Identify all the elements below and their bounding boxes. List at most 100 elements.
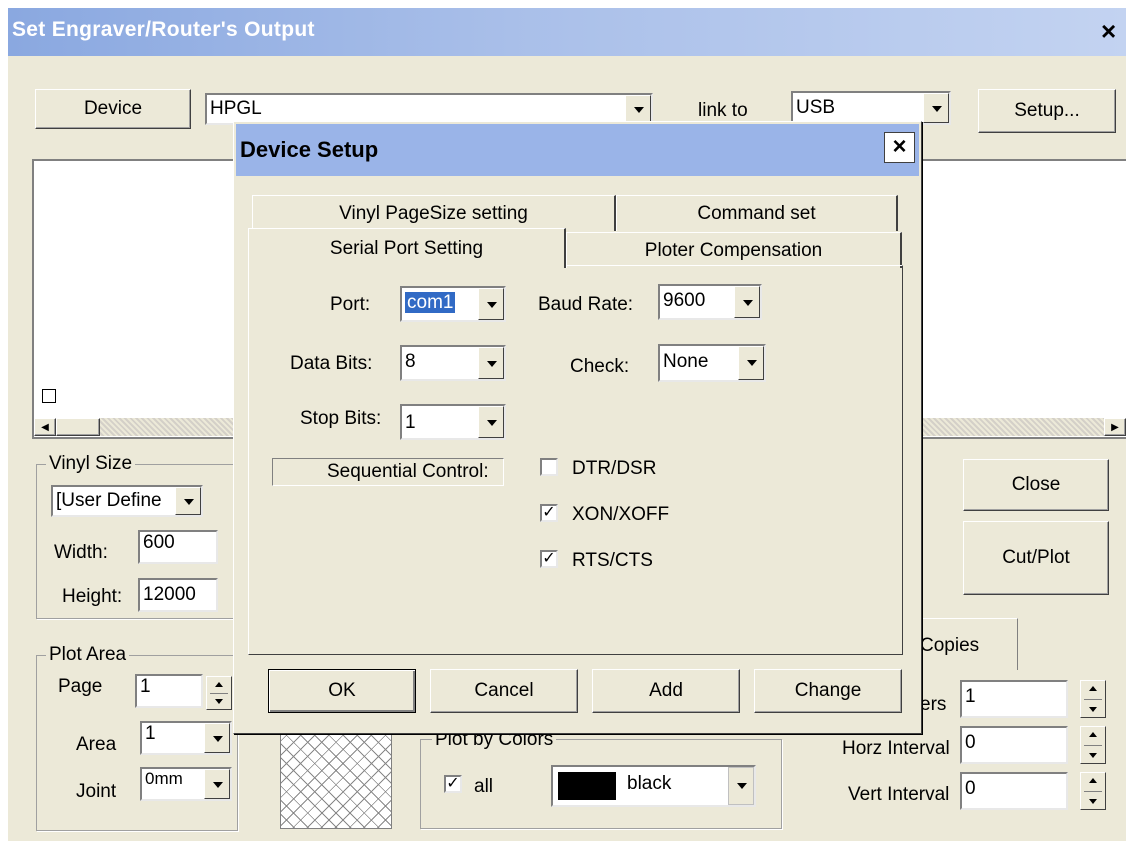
chevron-down-icon[interactable] — [204, 769, 230, 799]
add-button-label: Add — [649, 680, 683, 701]
close-button-label: Close — [1011, 474, 1061, 495]
vert-interval-input[interactable]: 0 — [960, 772, 1068, 810]
cut-plot-button[interactable]: Cut/Plot — [963, 521, 1109, 595]
dtr-dsr-checkbox[interactable] — [540, 458, 558, 476]
data-bits-label: Data Bits: — [290, 353, 373, 374]
vinyl-size-heading: Vinyl Size — [46, 453, 136, 475]
dialog-close-icon[interactable]: × — [884, 132, 915, 163]
origin-marker — [42, 389, 56, 403]
chevron-down-icon[interactable] — [738, 346, 764, 380]
baud-rate-select[interactable]: 9600 — [658, 284, 762, 320]
all-colors-checkbox[interactable]: ✓ — [444, 775, 462, 793]
horz-interval-value: 0 — [965, 732, 976, 753]
height-value: 12000 — [143, 584, 196, 605]
baud-rate-value: 9600 — [663, 290, 706, 311]
port-value: com1 — [405, 292, 456, 313]
ok-button-label: OK — [328, 680, 356, 701]
chevron-down-icon[interactable] — [175, 487, 201, 515]
dialog-titlebar[interactable]: Device Setup × — [236, 124, 919, 176]
horz-interval-label: Horz Interval — [842, 738, 950, 759]
device-select-value: HPGL — [210, 98, 262, 119]
check-value: None — [663, 351, 709, 372]
cut-plot-button-label: Cut/Plot — [1002, 547, 1070, 568]
xon-xoff-checkbox[interactable]: ✓ — [540, 504, 558, 522]
scroll-left-icon[interactable]: ◀ — [34, 418, 56, 436]
joint-select[interactable]: 0mm — [140, 767, 232, 801]
chevron-down-icon[interactable] — [478, 406, 504, 438]
window-close-icon[interactable]: × — [1101, 16, 1116, 47]
chevron-down-icon[interactable] — [625, 95, 651, 123]
plot-area-heading: Plot Area — [46, 644, 130, 666]
tab-command-set-label: Command set — [697, 202, 816, 224]
copies-tab-label: Copies — [920, 635, 980, 656]
cancel-button[interactable]: Cancel — [430, 669, 578, 713]
main-titlebar[interactable]: Set Engraver/Router's Output × — [8, 8, 1126, 56]
vert-interval-label: Vert Interval — [848, 784, 950, 805]
numbers-label: ers — [920, 694, 947, 715]
stop-bits-value: 1 — [405, 412, 416, 433]
horz-interval-spinner[interactable] — [1080, 726, 1106, 764]
page-spinner[interactable] — [206, 676, 232, 710]
color-name: black — [627, 773, 672, 794]
width-value: 600 — [143, 532, 175, 553]
scroll-thumb[interactable] — [56, 418, 100, 436]
tab-copies[interactable]: Copies — [908, 618, 1018, 670]
check-select[interactable]: None — [658, 344, 766, 382]
chevron-down-icon[interactable] — [478, 288, 504, 320]
data-bits-select[interactable]: 8 — [400, 345, 506, 381]
numbers-input[interactable]: 1 — [960, 680, 1068, 718]
width-label: Width: — [54, 542, 108, 563]
chevron-down-icon[interactable] — [728, 767, 754, 805]
dialog-title: Device Setup — [240, 137, 379, 162]
horz-interval-input[interactable]: 0 — [960, 726, 1068, 764]
tab-serial-port-label: Serial Port Setting — [329, 237, 484, 259]
tab-command-set[interactable]: Command set — [616, 195, 898, 231]
link-select[interactable]: USB — [791, 91, 951, 125]
rts-cts-label: RTS/CTS — [572, 550, 653, 571]
joint-label: Joint — [76, 781, 117, 802]
page-value: 1 — [140, 676, 151, 697]
stop-bits-select[interactable]: 1 — [400, 404, 506, 440]
tab-serial-port[interactable]: Serial Port Setting — [248, 228, 566, 268]
width-input[interactable]: 600 — [138, 530, 218, 564]
page-input[interactable]: 1 — [135, 674, 203, 708]
vert-interval-value: 0 — [965, 778, 976, 799]
area-label: Area — [76, 734, 117, 755]
vinyl-preset-select[interactable]: [User Define — [51, 485, 203, 517]
chevron-down-icon[interactable] — [478, 347, 504, 379]
dtr-dsr-label: DTR/DSR — [572, 458, 657, 479]
rts-cts-checkbox[interactable]: ✓ — [540, 550, 558, 568]
tab-ploter-compensation[interactable]: Ploter Compensation — [566, 232, 902, 268]
height-input[interactable]: 12000 — [138, 578, 218, 612]
link-select-value: USB — [796, 97, 836, 118]
add-button[interactable]: Add — [592, 669, 740, 713]
device-button[interactable]: Device — [35, 89, 191, 129]
color-select[interactable]: black — [551, 765, 756, 807]
numbers-spinner[interactable] — [1080, 680, 1106, 718]
area-select[interactable]: 1 — [140, 721, 232, 755]
change-button[interactable]: Change — [754, 669, 902, 713]
tab-vinyl-pagesize[interactable]: Vinyl PageSize setting — [252, 195, 616, 231]
close-button[interactable]: Close — [963, 459, 1109, 511]
device-setup-dialog: Device Setup × Vinyl PageSize setting Co… — [233, 121, 922, 734]
xon-xoff-label: XON/XOFF — [572, 504, 670, 525]
all-colors-label: all — [474, 776, 494, 797]
port-select[interactable]: com1 — [400, 286, 506, 322]
chevron-down-icon[interactable] — [204, 723, 230, 753]
sequential-control-frame: Sequential Control: — [272, 458, 504, 486]
chevron-down-icon[interactable] — [923, 93, 949, 123]
page-label: Page — [58, 676, 103, 697]
scroll-right-icon[interactable]: ▶ — [1104, 418, 1126, 436]
area-value: 1 — [145, 723, 156, 744]
chevron-down-icon[interactable] — [734, 286, 760, 318]
data-bits-value: 8 — [405, 351, 416, 372]
ok-button[interactable]: OK — [268, 669, 416, 713]
setup-button[interactable]: Setup... — [978, 89, 1116, 133]
setup-button-label: Setup... — [1014, 100, 1080, 121]
window-title: Set Engraver/Router's Output — [12, 18, 315, 41]
vert-interval-spinner[interactable] — [1080, 772, 1106, 810]
change-button-label: Change — [794, 680, 862, 701]
cancel-button-label: Cancel — [474, 680, 534, 701]
sequential-control-label: Sequential Control: — [327, 461, 489, 482]
port-label: Port: — [330, 294, 371, 315]
